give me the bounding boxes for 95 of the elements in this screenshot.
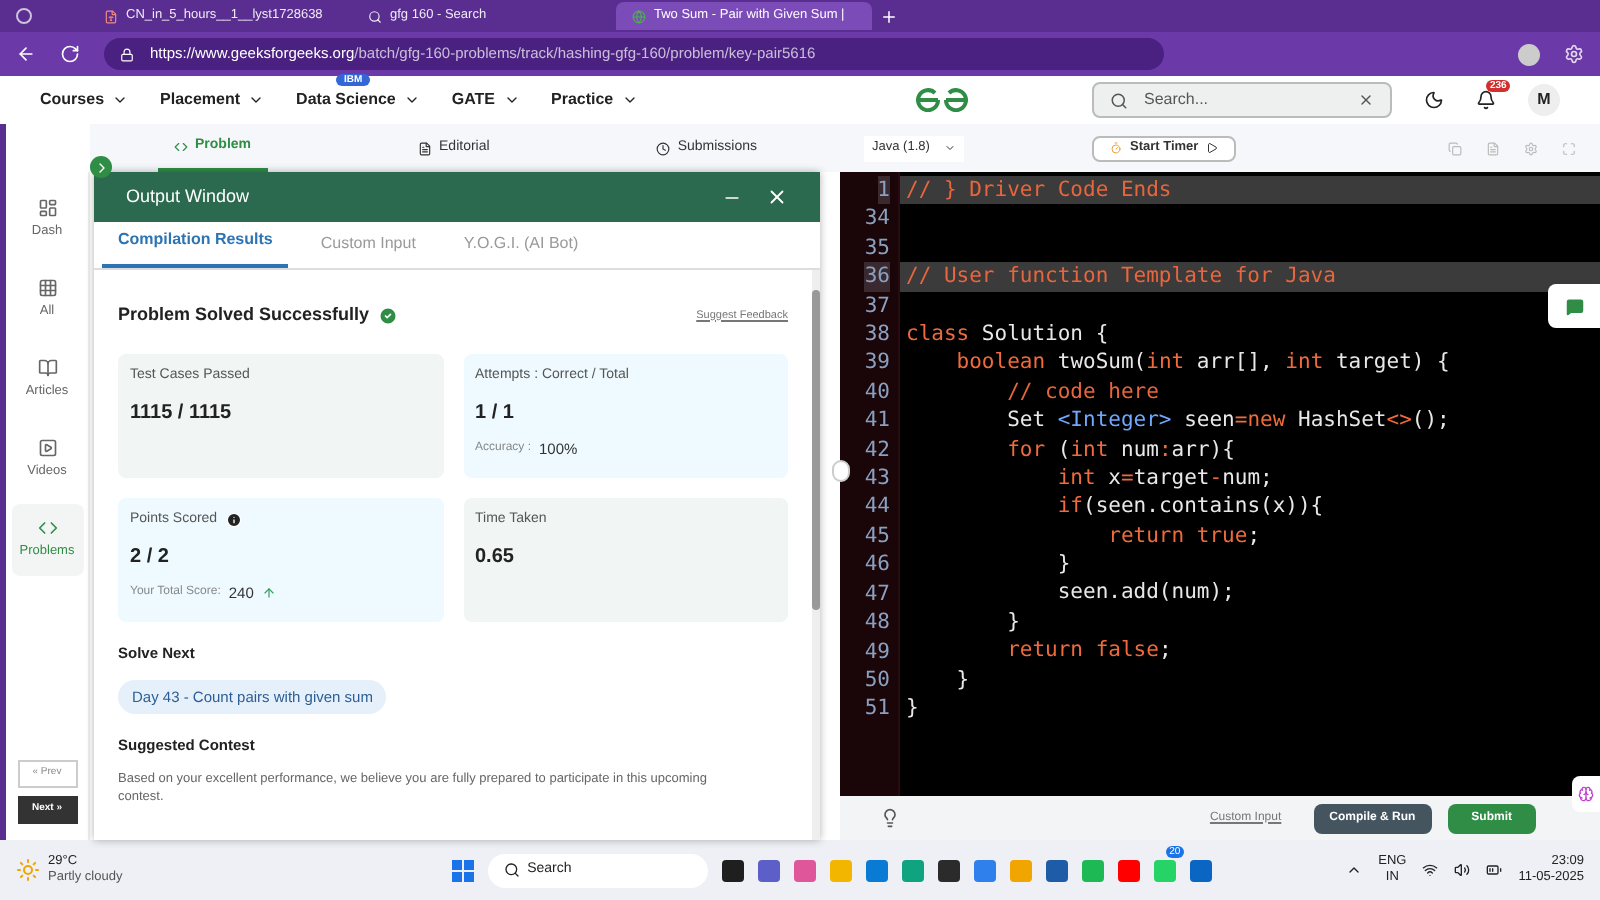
dashboard-icon: [37, 198, 57, 219]
code-line: }: [906, 696, 919, 721]
play-icon: [1206, 142, 1219, 154]
search-field[interactable]: Search...: [1092, 82, 1392, 118]
windows-icon[interactable]: [451, 859, 474, 881]
nav-menu[interactable]: Courses: [40, 88, 105, 112]
timer-icon: [1110, 142, 1122, 154]
output-tab[interactable]: Compilation Results: [102, 228, 289, 268]
ai-button[interactable]: [1572, 776, 1600, 812]
line-number: 1: [877, 176, 890, 205]
back-icon[interactable]: [16, 44, 36, 64]
tray-chevron-icon[interactable]: [1346, 862, 1363, 878]
stat-value: 1 / 1: [475, 400, 516, 428]
code-icon: [37, 518, 57, 539]
splitter-handle[interactable]: [832, 460, 850, 482]
wifi-icon[interactable]: [1422, 862, 1439, 878]
close-icon[interactable]: [766, 186, 788, 208]
line-number: 42: [864, 435, 890, 465]
code-line: int x=target-num;: [1055, 465, 1273, 490]
globe-icon: [632, 9, 646, 23]
brain-icon: [1578, 786, 1594, 802]
bell-icon[interactable]: [1476, 90, 1496, 110]
code-line: // User function Template for Java: [906, 264, 1336, 289]
line-number: 44: [864, 492, 890, 522]
nav-menu[interactable]: Practice: [551, 88, 614, 112]
reload-icon[interactable]: [60, 44, 80, 64]
clock-icon: [655, 141, 670, 155]
chat-button[interactable]: [1548, 284, 1600, 328]
taskbar-app-icon[interactable]: [937, 859, 960, 881]
play-icon: [37, 438, 57, 459]
code-line: for (int num:arr){: [1005, 437, 1235, 462]
code-line: class Solution {: [906, 321, 1109, 346]
scrollbar[interactable]: [812, 270, 820, 840]
line-number: 37: [864, 291, 890, 321]
code-line: boolean twoSum(int arr[], int target) {: [954, 350, 1450, 375]
nav-menu[interactable]: Data Science: [296, 88, 396, 112]
caret-icon: [248, 92, 265, 108]
stat-value: 2 / 2: [130, 544, 171, 572]
volume-icon[interactable]: [1454, 862, 1471, 878]
line-number: 38: [864, 320, 890, 349]
window-title: Output Window: [126, 183, 252, 210]
code-line: }: [954, 667, 970, 692]
chat-icon: [1565, 297, 1583, 315]
code-line: Set <Integer> seen=new HashSet<>();: [1005, 408, 1450, 433]
status-heading: Problem Solved Successfully: [118, 302, 370, 328]
lock-icon: [120, 47, 134, 61]
line-number: 34: [864, 204, 890, 234]
search-icon: [368, 9, 382, 23]
line-number: 51: [864, 694, 890, 724]
stat-value: 1115 / 1115: [130, 400, 234, 428]
caret-icon: [503, 92, 519, 108]
search-icon: [503, 862, 520, 878]
logo-icon: [913, 88, 970, 112]
line-number: 48: [864, 608, 890, 637]
nav-menu[interactable]: GATE: [451, 88, 495, 112]
code-line: }: [1055, 552, 1071, 577]
avatar[interactable]: M: [1528, 84, 1560, 116]
check-icon: [377, 305, 398, 326]
book-icon: [37, 358, 57, 379]
line-number: 41: [864, 406, 890, 436]
document-icon: [417, 141, 432, 155]
profile-avatar[interactable]: [1518, 43, 1540, 65]
line-number: 46: [864, 550, 890, 580]
line-number: 39: [864, 348, 890, 378]
line-number: 40: [864, 377, 890, 407]
line-number: 36: [864, 262, 890, 292]
caret-icon: [112, 92, 129, 108]
line-number: 50: [864, 665, 890, 695]
nav-menu[interactable]: Placement: [160, 88, 241, 112]
line-number: 43: [864, 464, 890, 493]
caret-icon: [621, 92, 638, 108]
line-number: 35: [864, 233, 890, 263]
moon-icon[interactable]: [1424, 90, 1444, 110]
grid-icon: [37, 278, 57, 299]
code-line: }: [1005, 609, 1020, 634]
code-line: // } Driver Code Ends: [906, 178, 1172, 202]
code-line: if(seen.contains(x)){: [1055, 494, 1324, 519]
code-icon: [173, 139, 187, 153]
code-line: // code here: [1005, 379, 1159, 404]
new-tab-icon[interactable]: [880, 7, 898, 25]
line-number: 47: [864, 579, 890, 609]
stat-value: 0.65: [475, 544, 516, 572]
caret-icon: [944, 142, 956, 154]
caret-icon: [403, 92, 420, 108]
lightbulb-icon[interactable]: [880, 808, 900, 828]
pdf-icon: [104, 9, 118, 23]
clear-icon[interactable]: [1358, 92, 1374, 108]
code-line: return false;: [1005, 638, 1172, 663]
taskbar-app-icon[interactable]: [721, 859, 744, 881]
code-line: return true;: [1106, 523, 1261, 548]
code-line: seen.add(num);: [1055, 580, 1235, 605]
search-icon: [1110, 91, 1128, 109]
line-number: 45: [864, 521, 890, 551]
battery-icon[interactable]: [1486, 862, 1503, 878]
line-number: 49: [864, 637, 890, 666]
